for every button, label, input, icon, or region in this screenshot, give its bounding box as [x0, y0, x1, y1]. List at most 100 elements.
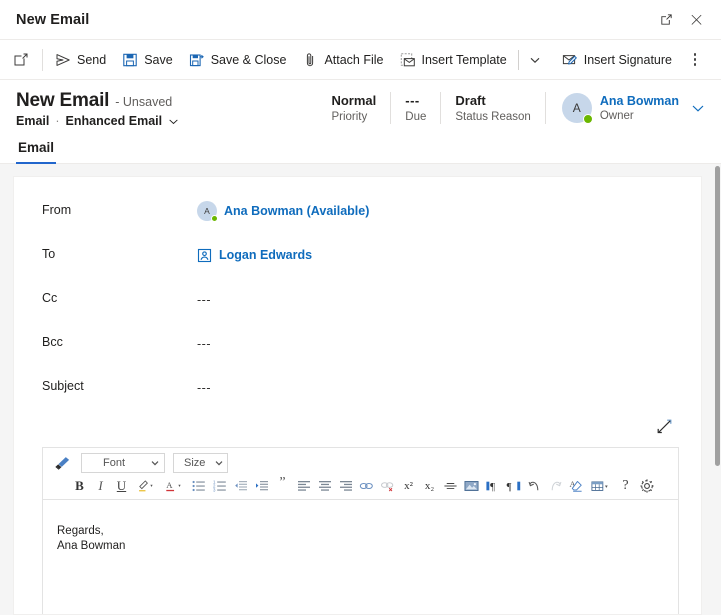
subject-input[interactable]: ---: [197, 375, 679, 399]
form-card: From A Ana Bowman (Available) To Logan E…: [13, 176, 702, 615]
insert-image-button[interactable]: [461, 475, 482, 496]
bcc-value[interactable]: ---: [197, 331, 679, 355]
insert-signature-label: Insert Signature: [583, 52, 672, 67]
help-glyph: ?: [622, 477, 629, 493]
chevron-down-icon[interactable]: [691, 101, 705, 115]
new-record-icon: [13, 52, 29, 68]
subscript-glyph: x₂: [424, 479, 435, 492]
send-icon: [55, 52, 71, 68]
to-value[interactable]: Logan Edwards: [197, 243, 679, 267]
chevron-down-icon[interactable]: [168, 116, 179, 127]
attach-file-button[interactable]: Attach File: [294, 44, 391, 76]
save-icon: [122, 52, 138, 68]
bold-button[interactable]: B: [69, 475, 90, 496]
avatar: A: [197, 201, 218, 222]
insert-signature-icon: [562, 52, 578, 68]
expand-diagonal-icon[interactable]: [653, 415, 675, 437]
numbered-list-button[interactable]: 1 2 3: [209, 475, 230, 496]
form-canvas: From A Ana Bowman (Available) To Logan E…: [0, 164, 721, 615]
clear-formatting-button[interactable]: A: [566, 475, 587, 496]
field-row-to: To Logan Edwards: [42, 239, 679, 283]
body-line-2: Ana Bowman: [57, 540, 126, 552]
form-selector[interactable]: Enhanced Email: [66, 114, 163, 128]
owner-name[interactable]: Ana Bowman: [600, 93, 679, 109]
strikethrough-button[interactable]: [440, 475, 461, 496]
from-value[interactable]: A Ana Bowman (Available): [197, 199, 679, 223]
blockquote-glyph: ”: [279, 474, 286, 490]
breadcrumb: Email · Enhanced Email: [16, 114, 317, 128]
svg-text:3: 3: [213, 487, 216, 492]
close-icon[interactable]: [681, 5, 711, 35]
insert-template-label: Insert Template: [421, 52, 507, 67]
insert-template-icon: [400, 52, 416, 68]
highlight-color-button[interactable]: [132, 475, 160, 496]
align-center-button[interactable]: [314, 475, 335, 496]
font-size-select[interactable]: Size: [173, 453, 228, 473]
priority-stat[interactable]: Normal Priority: [317, 92, 390, 124]
cc-label: Cc: [42, 291, 58, 305]
command-bar: Send Save Save & Close Attach File Inser: [0, 40, 721, 80]
insert-link-button[interactable]: [356, 475, 377, 496]
scrollbar-thumb[interactable]: [715, 166, 720, 466]
page-title: New Email: [16, 90, 110, 111]
italic-button[interactable]: I: [90, 475, 111, 496]
field-row-subject: Subject ---: [42, 371, 679, 415]
rich-text-editor: Font Size B I U A 1 2 3 ” x² x₂ ¶ ¶ A ? …: [42, 447, 679, 614]
send-button[interactable]: Send: [47, 44, 114, 76]
font-family-select[interactable]: Font: [81, 453, 165, 473]
due-stat[interactable]: --- Due: [391, 92, 440, 124]
from-label: From: [42, 203, 72, 217]
send-label: Send: [77, 52, 107, 67]
blockquote-button[interactable]: ”: [272, 475, 293, 496]
ltr-direction-button[interactable]: ¶: [482, 475, 503, 496]
email-body-input[interactable]: Regards, Ana Bowman: [43, 500, 678, 614]
to-recipient-link[interactable]: Logan Edwards: [219, 248, 312, 262]
italic-glyph: I: [98, 477, 103, 493]
rtl-direction-button[interactable]: ¶: [503, 475, 524, 496]
align-left-button[interactable]: [293, 475, 314, 496]
redo-button[interactable]: [545, 475, 566, 496]
window-titlebar: New Email: [0, 0, 721, 40]
to-label: To: [42, 247, 56, 261]
owner-role-label: Owner: [599, 110, 634, 122]
status-reason-stat[interactable]: Draft Status Reason: [441, 92, 544, 124]
undo-button[interactable]: [524, 475, 545, 496]
decrease-indent-button[interactable]: [230, 475, 251, 496]
record-header-right: Normal Priority --- Due Draft Status Rea…: [317, 90, 705, 124]
vertical-scrollbar[interactable]: [714, 164, 721, 615]
svg-text:¶: ¶: [490, 481, 495, 493]
remove-link-button[interactable]: [377, 475, 398, 496]
record-header-left: New Email - Unsaved Email · Enhanced Ema…: [16, 90, 317, 128]
tab-email[interactable]: Email: [16, 136, 57, 164]
from-recipient-link[interactable]: Ana Bowman (Available): [224, 204, 369, 218]
subscript-button[interactable]: x₂: [419, 475, 440, 496]
priority-label: Priority: [331, 111, 368, 123]
superscript-button[interactable]: x²: [398, 475, 419, 496]
cc-value[interactable]: ---: [197, 287, 679, 311]
insert-template-dropdown[interactable]: [522, 44, 548, 76]
editor-toolbar-row-2: B I U A 1 2 3 ” x² x₂ ¶ ¶ A ?: [49, 475, 672, 496]
owner-field[interactable]: A Ana Bowman Owner: [546, 93, 705, 124]
insert-table-button[interactable]: [587, 475, 615, 496]
font-color-button[interactable]: A: [160, 475, 188, 496]
bulleted-list-button[interactable]: [188, 475, 209, 496]
attach-file-label: Attach File: [324, 52, 384, 67]
more-commands-button[interactable]: [682, 44, 708, 76]
insert-template-button[interactable]: Insert Template: [392, 44, 515, 76]
font-size-value: Size: [184, 457, 206, 469]
svg-text:A: A: [166, 480, 173, 490]
paperclip-icon: [302, 52, 318, 68]
save-and-close-button[interactable]: Save & Close: [181, 44, 295, 76]
pop-out-icon[interactable]: [651, 5, 681, 35]
align-right-button[interactable]: [335, 475, 356, 496]
increase-indent-button[interactable]: [251, 475, 272, 496]
format-painter-icon[interactable]: [51, 453, 73, 473]
new-record-icon-button[interactable]: [4, 44, 38, 76]
editor-settings-button[interactable]: [636, 475, 657, 496]
underline-button[interactable]: U: [111, 475, 132, 496]
save-button[interactable]: Save: [114, 44, 181, 76]
tab-email-label: Email: [18, 140, 55, 155]
editor-toolbar: Font Size B I U A 1 2 3 ” x² x₂ ¶ ¶ A ?: [43, 448, 678, 500]
help-button[interactable]: ?: [615, 475, 636, 496]
insert-signature-button[interactable]: Insert Signature: [554, 44, 680, 76]
